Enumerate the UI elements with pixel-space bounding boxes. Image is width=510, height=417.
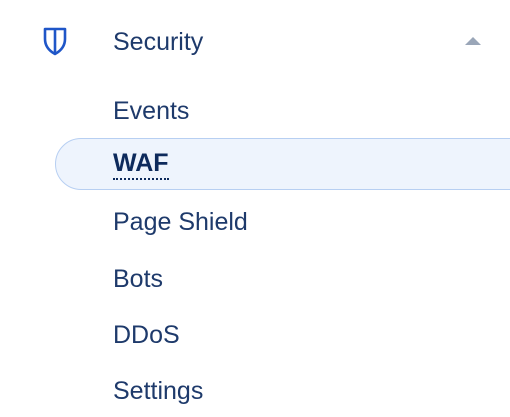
- sidebar-item-label: Events: [113, 97, 190, 125]
- sidebar-section-security[interactable]: Security: [0, 14, 510, 70]
- sidebar-nav: Security Events WAF Page Shield Bots DDo…: [0, 0, 510, 417]
- sidebar-item-settings[interactable]: Settings: [0, 367, 510, 415]
- sidebar-item-ddos[interactable]: DDoS: [0, 311, 510, 359]
- sidebar-item-page-shield[interactable]: Page Shield: [0, 198, 510, 246]
- sidebar-item-label: DDoS: [113, 321, 180, 349]
- sidebar-item-events[interactable]: Events: [0, 87, 510, 135]
- sidebar-item-label: Page Shield: [113, 208, 248, 236]
- sidebar-item-label: Settings: [113, 377, 204, 405]
- chevron-up-icon[interactable]: [464, 35, 482, 47]
- sidebar-section-label: Security: [113, 28, 204, 56]
- sidebar-item-label: WAF: [113, 149, 169, 180]
- shield-icon: [43, 27, 67, 56]
- sidebar-item-waf[interactable]: WAF: [0, 138, 510, 190]
- sidebar-item-bots[interactable]: Bots: [0, 255, 510, 303]
- sidebar-item-label: Bots: [113, 265, 164, 293]
